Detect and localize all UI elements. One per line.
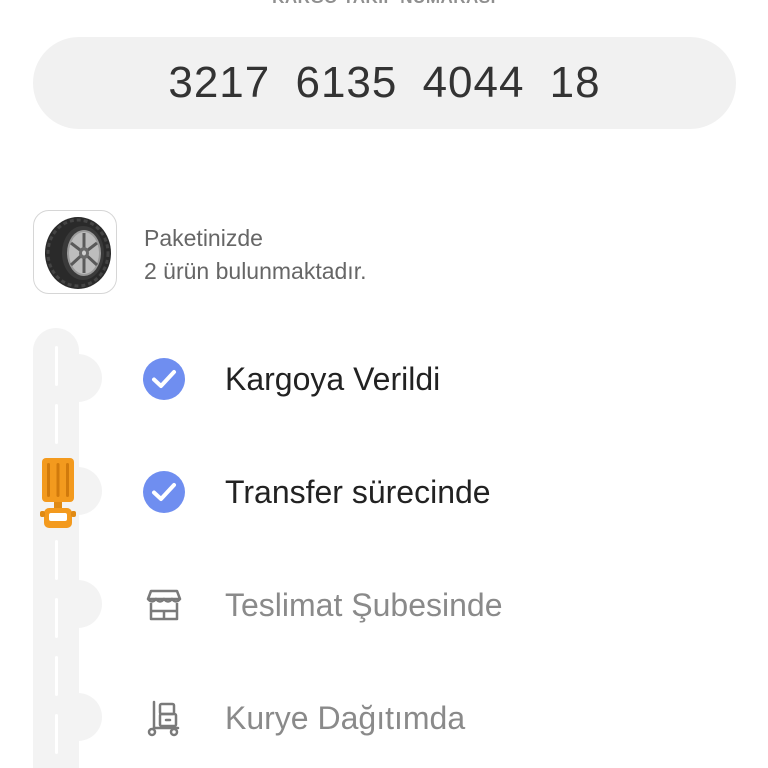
- store-icon: [140, 581, 188, 629]
- tracking-number-label: KARGO TAKİP NUMARASI: [0, 0, 768, 8]
- road-bump: [72, 693, 102, 741]
- package-info-line1: Paketinizde: [144, 225, 263, 251]
- road-bump: [72, 467, 102, 515]
- road-dash: [55, 656, 58, 696]
- step-label: Kargoya Verildi: [225, 360, 441, 397]
- check-circle-icon: [140, 355, 188, 403]
- road-dash: [55, 598, 58, 638]
- road-dash: [55, 714, 58, 754]
- step-label: Transfer sürecinde: [225, 473, 491, 510]
- road-dash: [55, 540, 58, 580]
- road-dash: [55, 404, 58, 444]
- road-bump: [72, 354, 102, 402]
- delivery-truck-icon: [40, 458, 76, 528]
- courier-trolley-icon: [140, 694, 188, 742]
- step-kurye-dagitimda: Kurye Dağıtımda: [140, 693, 465, 743]
- road-dash: [55, 346, 58, 386]
- tracking-number[interactable]: 3217 6135 4044 18: [168, 58, 600, 108]
- package-info: Paketinizde 2 ürün bulunmaktadır.: [144, 222, 366, 288]
- step-teslimat-subesinde: Teslimat Şubesinde: [140, 580, 502, 630]
- shipment-tracking-screen: KARGO TAKİP NUMARASI 3217 6135 4044 18 P…: [0, 0, 768, 768]
- step-transfer-surecinde: Transfer sürecinde: [140, 467, 491, 517]
- tire-icon: [45, 217, 111, 289]
- road-bump: [72, 580, 102, 628]
- check-circle-icon: [140, 468, 188, 516]
- step-kargoya-verildi: Kargoya Verildi: [140, 354, 440, 404]
- tracking-number-box[interactable]: 3217 6135 4044 18: [33, 37, 736, 129]
- package-info-line2: 2 ürün bulunmaktadır.: [144, 258, 367, 284]
- package-thumbnail[interactable]: [33, 210, 117, 294]
- step-label: Kurye Dağıtımda: [225, 699, 466, 736]
- step-label: Teslimat Şubesinde: [225, 586, 503, 623]
